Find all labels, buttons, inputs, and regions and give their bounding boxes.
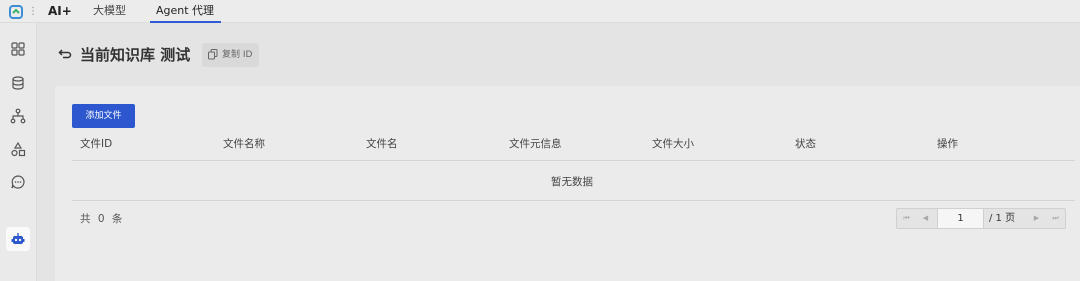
next-page-icon[interactable]: ▶ — [1027, 209, 1046, 228]
tab-large-model[interactable]: 大模型 — [93, 3, 126, 19]
brand-title: AI+ — [48, 4, 72, 18]
column-header-actions: 操作 — [937, 138, 958, 150]
back-arrow-icon[interactable] — [58, 47, 72, 61]
top-bar: ⋮ AI+ 大模型 Agent 代理 — [0, 0, 1080, 23]
page-title: 当前知识库 测试 — [80, 46, 191, 64]
sidebar — [0, 23, 37, 281]
network-icon[interactable] — [10, 108, 26, 124]
robot-icon[interactable] — [10, 231, 26, 247]
column-header-status: 状态 — [795, 138, 816, 150]
column-header-file-title: 文件名称 — [223, 138, 265, 150]
table-header-divider — [72, 160, 1075, 161]
last-page-icon[interactable]: ⏭ — [1046, 209, 1065, 228]
empty-state-text: 暂无数据 — [551, 176, 593, 188]
total-count: 共 0 条 — [80, 213, 125, 225]
tab-agent[interactable]: Agent 代理 — [156, 3, 214, 19]
column-header-file-size: 文件大小 — [652, 138, 694, 150]
pagination: ⏮ ◀ 1 / 1 页 ▶ ⏭ — [896, 208, 1066, 229]
app-switcher-icon[interactable]: ⋮ — [28, 5, 38, 19]
copy-id-label: 复制 ID — [222, 50, 253, 60]
shapes-icon[interactable] — [10, 141, 26, 157]
app-logo-icon[interactable] — [9, 5, 23, 19]
copy-icon — [208, 49, 218, 60]
prev-page-icon[interactable]: ◀ — [916, 209, 935, 228]
column-header-file-id: 文件ID — [80, 138, 113, 150]
first-page-icon[interactable]: ⏮ — [897, 209, 916, 228]
grid-icon[interactable] — [10, 41, 26, 57]
database-icon[interactable] — [10, 75, 26, 91]
column-header-file-meta: 文件元信息 — [509, 138, 562, 150]
page-number-input[interactable]: 1 — [937, 209, 984, 228]
active-tab-indicator — [150, 21, 221, 23]
add-file-button[interactable]: 添加文件 — [72, 104, 135, 128]
total-pages-label: / 1 页 — [989, 213, 1016, 224]
column-header-file-name: 文件名 — [366, 138, 398, 150]
table-bottom-divider — [72, 200, 1075, 201]
chat-icon[interactable] — [10, 174, 26, 190]
copy-id-button[interactable]: 复制 ID — [202, 43, 259, 67]
